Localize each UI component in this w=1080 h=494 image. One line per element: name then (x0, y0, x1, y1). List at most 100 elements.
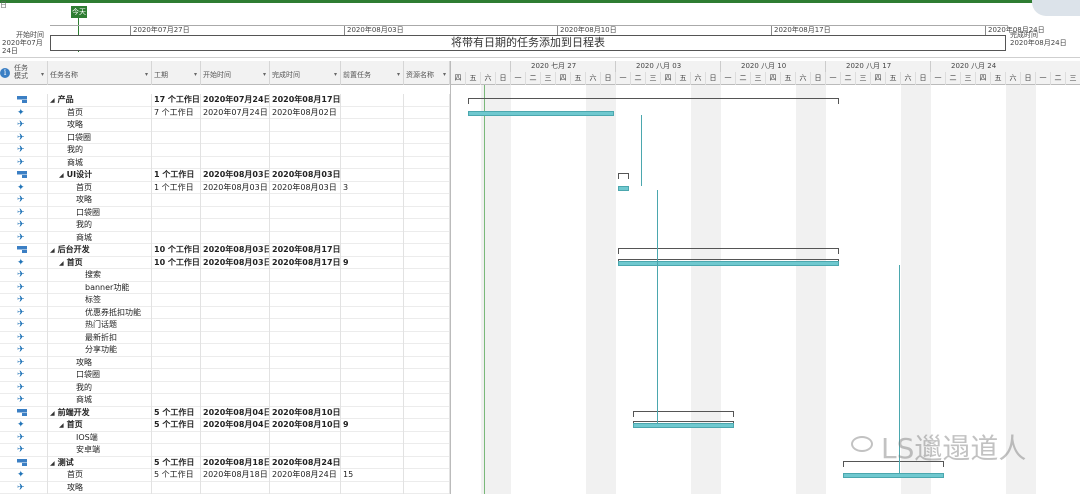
task-name-cell[interactable]: ◢ 前端开发 (48, 406, 152, 419)
predecessors-cell[interactable] (341, 294, 404, 307)
header-finish[interactable]: 完成时间 ▾ (270, 61, 341, 85)
task-mode-cell[interactable]: ✈ (12, 444, 48, 457)
task-name-cell[interactable]: 分享功能 (48, 344, 152, 357)
table-row[interactable]: ✈ banner功能 (0, 281, 450, 294)
duration-cell[interactable]: 7 个工作日 (152, 106, 201, 119)
predecessors-cell[interactable] (341, 144, 404, 157)
finish-cell[interactable] (270, 144, 341, 157)
table-row[interactable]: ✈ 我的 (0, 144, 450, 157)
task-name-cell[interactable]: 我的 (48, 219, 152, 232)
task-name-cell[interactable]: ◢ 测试 (48, 456, 152, 469)
start-cell[interactable] (201, 331, 270, 344)
finish-cell[interactable] (270, 356, 341, 369)
duration-cell[interactable] (152, 219, 201, 232)
finish-cell[interactable]: 2020年08月17日 (270, 256, 341, 269)
finish-cell[interactable]: 2020年08月10日 (270, 419, 341, 432)
task-name-cell[interactable]: 攻略 (48, 481, 152, 494)
finish-cell[interactable]: 2020年08月24日 (270, 469, 341, 482)
predecessors-cell[interactable] (341, 319, 404, 332)
table-row[interactable]: ✈ 热门话题 (0, 319, 450, 332)
table-row[interactable]: ✦ 首页 1 个工作日 2020年08月03日 2020年08月03日 3 (0, 181, 450, 194)
task-mode-cell[interactable]: ✦ (12, 181, 48, 194)
predecessors-cell[interactable] (341, 269, 404, 282)
predecessors-cell[interactable] (341, 356, 404, 369)
duration-cell[interactable] (152, 231, 201, 244)
duration-cell[interactable] (152, 144, 201, 157)
predecessors-cell[interactable] (341, 231, 404, 244)
duration-cell[interactable] (152, 119, 201, 132)
resources-cell[interactable] (404, 269, 450, 282)
resources-cell[interactable] (404, 381, 450, 394)
chevron-down-icon[interactable]: ▾ (397, 71, 400, 78)
chevron-down-icon[interactable]: ▾ (443, 71, 446, 78)
start-cell[interactable] (201, 344, 270, 357)
predecessors-cell[interactable]: 9 (341, 256, 404, 269)
start-cell[interactable]: 2020年08月03日 (201, 256, 270, 269)
gantt-task-bar[interactable] (618, 260, 839, 266)
duration-cell[interactable] (152, 344, 201, 357)
table-row[interactable]: ◢ 产品 17 个工作日 2020年07月24日 2020年08月17日 (0, 94, 450, 107)
predecessors-cell[interactable] (341, 456, 404, 469)
duration-cell[interactable]: 5 个工作日 (152, 419, 201, 432)
start-cell[interactable] (201, 119, 270, 132)
table-row[interactable]: ✈ 商城 (0, 394, 450, 407)
finish-cell[interactable] (270, 131, 341, 144)
task-mode-cell[interactable] (12, 456, 48, 469)
collapse-icon[interactable]: ◢ (50, 410, 55, 417)
task-name-cell[interactable]: ◢ UI设计 (48, 169, 152, 182)
start-cell[interactable]: 2020年08月03日 (201, 244, 270, 257)
predecessors-cell[interactable] (341, 481, 404, 494)
task-name-cell[interactable]: 口袋圈 (48, 206, 152, 219)
task-name-cell[interactable]: 口袋圈 (48, 131, 152, 144)
resources-cell[interactable] (404, 319, 450, 332)
resources-cell[interactable] (404, 306, 450, 319)
gantt-task-bar[interactable] (468, 110, 614, 116)
task-name-cell[interactable]: 商城 (48, 231, 152, 244)
predecessors-cell[interactable]: 15 (341, 469, 404, 482)
resources-cell[interactable] (404, 344, 450, 357)
duration-cell[interactable] (152, 294, 201, 307)
finish-cell[interactable] (270, 481, 341, 494)
task-mode-cell[interactable]: ✈ (12, 206, 48, 219)
resources-cell[interactable] (404, 231, 450, 244)
table-row[interactable]: ✈ 商城 (0, 231, 450, 244)
table-row[interactable]: ◢ UI设计 1 个工作日 2020年08月03日 2020年08月03日 (0, 169, 450, 182)
task-name-cell[interactable]: 安卓端 (48, 444, 152, 457)
table-row[interactable]: ✈ 攻略 (0, 119, 450, 132)
resources-cell[interactable] (404, 206, 450, 219)
duration-cell[interactable] (152, 481, 201, 494)
start-cell[interactable] (201, 219, 270, 232)
finish-cell[interactable] (270, 331, 341, 344)
table-row[interactable]: ✈ 攻略 (0, 194, 450, 207)
predecessors-cell[interactable] (341, 331, 404, 344)
finish-cell[interactable]: 2020年08月24日 (270, 456, 341, 469)
table-row[interactable]: ✦ 首页 5 个工作日 2020年08月18日 2020年08月24日 15 (0, 469, 450, 482)
table-row[interactable]: ✈ 标签 (0, 294, 450, 307)
table-row[interactable]: ✈ 口袋圈 (0, 206, 450, 219)
info-icon[interactable]: i (0, 68, 10, 78)
header-task-name[interactable]: 任务名称 ▾ (48, 61, 152, 85)
task-name-cell[interactable]: 热门话题 (48, 319, 152, 332)
duration-cell[interactable] (152, 369, 201, 382)
duration-cell[interactable]: 17 个工作日 (152, 94, 201, 107)
resources-cell[interactable] (404, 394, 450, 407)
duration-cell[interactable] (152, 281, 201, 294)
table-row[interactable]: ✦ ◢ 首页 5 个工作日 2020年08月04日 2020年08月10日 9 (0, 419, 450, 432)
duration-cell[interactable] (152, 269, 201, 282)
duration-cell[interactable] (152, 331, 201, 344)
duration-cell[interactable] (152, 319, 201, 332)
resources-cell[interactable] (404, 144, 450, 157)
predecessors-cell[interactable] (341, 106, 404, 119)
predecessors-cell[interactable] (341, 119, 404, 132)
start-cell[interactable] (201, 444, 270, 457)
start-cell[interactable] (201, 431, 270, 444)
resources-cell[interactable] (404, 331, 450, 344)
table-row[interactable]: ✈ IOS端 (0, 431, 450, 444)
finish-cell[interactable] (270, 444, 341, 457)
duration-cell[interactable] (152, 431, 201, 444)
start-cell[interactable] (201, 381, 270, 394)
predecessors-cell[interactable] (341, 381, 404, 394)
collapse-icon[interactable]: ◢ (50, 460, 55, 467)
start-cell[interactable] (201, 144, 270, 157)
task-mode-cell[interactable]: ✦ (12, 419, 48, 432)
